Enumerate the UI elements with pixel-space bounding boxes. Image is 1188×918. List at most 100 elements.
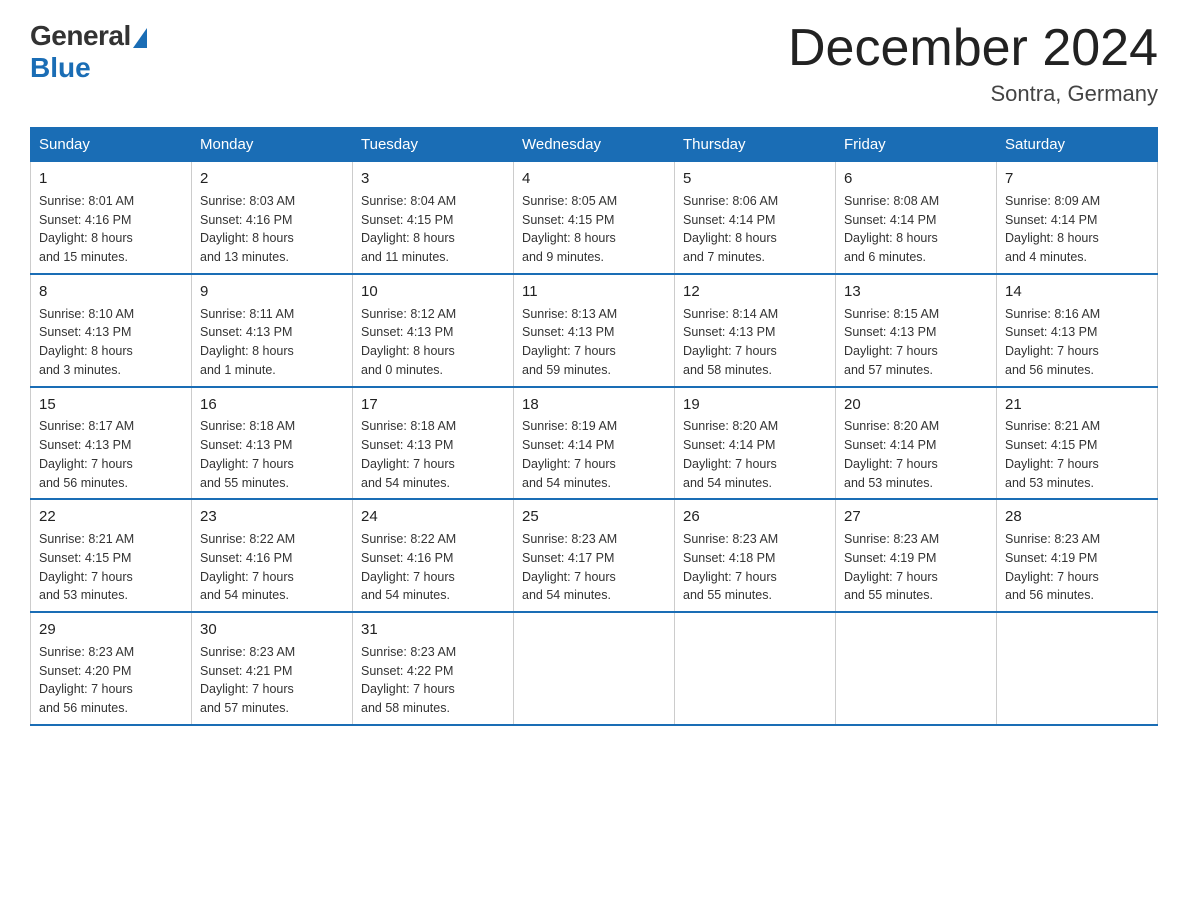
day-info: Sunrise: 8:23 AMSunset: 4:19 PMDaylight:… — [1005, 530, 1149, 605]
logo-text-blue: Blue — [30, 52, 91, 84]
day-info: Sunrise: 8:05 AMSunset: 4:15 PMDaylight:… — [522, 192, 666, 267]
day-info: Sunrise: 8:23 AMSunset: 4:22 PMDaylight:… — [361, 643, 505, 718]
day-number: 5 — [683, 168, 827, 190]
day-info: Sunrise: 8:22 AMSunset: 4:16 PMDaylight:… — [200, 530, 344, 605]
day-info: Sunrise: 8:10 AMSunset: 4:13 PMDaylight:… — [39, 305, 183, 380]
day-info: Sunrise: 8:17 AMSunset: 4:13 PMDaylight:… — [39, 417, 183, 492]
header-day-sunday: Sunday — [31, 128, 192, 162]
week-row-3: 15Sunrise: 8:17 AMSunset: 4:13 PMDayligh… — [31, 387, 1158, 500]
day-cell: 21Sunrise: 8:21 AMSunset: 4:15 PMDayligh… — [997, 387, 1158, 500]
day-number: 13 — [844, 281, 988, 303]
day-cell: 30Sunrise: 8:23 AMSunset: 4:21 PMDayligh… — [192, 612, 353, 725]
day-number: 15 — [39, 394, 183, 416]
day-cell: 8Sunrise: 8:10 AMSunset: 4:13 PMDaylight… — [31, 274, 192, 387]
day-info: Sunrise: 8:18 AMSunset: 4:13 PMDaylight:… — [200, 417, 344, 492]
day-info: Sunrise: 8:21 AMSunset: 4:15 PMDaylight:… — [39, 530, 183, 605]
day-cell: 28Sunrise: 8:23 AMSunset: 4:19 PMDayligh… — [997, 499, 1158, 612]
logo: General Blue — [30, 20, 147, 84]
header-day-saturday: Saturday — [997, 128, 1158, 162]
day-info: Sunrise: 8:23 AMSunset: 4:21 PMDaylight:… — [200, 643, 344, 718]
day-cell: 10Sunrise: 8:12 AMSunset: 4:13 PMDayligh… — [353, 274, 514, 387]
header-day-friday: Friday — [836, 128, 997, 162]
day-cell — [514, 612, 675, 725]
day-cell: 11Sunrise: 8:13 AMSunset: 4:13 PMDayligh… — [514, 274, 675, 387]
day-number: 29 — [39, 619, 183, 641]
day-number: 28 — [1005, 506, 1149, 528]
day-cell: 3Sunrise: 8:04 AMSunset: 4:15 PMDaylight… — [353, 162, 514, 274]
day-number: 25 — [522, 506, 666, 528]
day-cell: 27Sunrise: 8:23 AMSunset: 4:19 PMDayligh… — [836, 499, 997, 612]
week-row-4: 22Sunrise: 8:21 AMSunset: 4:15 PMDayligh… — [31, 499, 1158, 612]
day-cell — [836, 612, 997, 725]
day-number: 2 — [200, 168, 344, 190]
day-info: Sunrise: 8:23 AMSunset: 4:19 PMDaylight:… — [844, 530, 988, 605]
day-number: 30 — [200, 619, 344, 641]
header-day-monday: Monday — [192, 128, 353, 162]
day-number: 14 — [1005, 281, 1149, 303]
day-info: Sunrise: 8:23 AMSunset: 4:20 PMDaylight:… — [39, 643, 183, 718]
day-info: Sunrise: 8:11 AMSunset: 4:13 PMDaylight:… — [200, 305, 344, 380]
calendar-table: SundayMondayTuesdayWednesdayThursdayFrid… — [30, 127, 1158, 726]
day-cell: 1Sunrise: 8:01 AMSunset: 4:16 PMDaylight… — [31, 162, 192, 274]
day-number: 18 — [522, 394, 666, 416]
day-info: Sunrise: 8:23 AMSunset: 4:17 PMDaylight:… — [522, 530, 666, 605]
day-number: 23 — [200, 506, 344, 528]
header-day-thursday: Thursday — [675, 128, 836, 162]
month-title: December 2024 — [788, 20, 1158, 77]
day-info: Sunrise: 8:12 AMSunset: 4:13 PMDaylight:… — [361, 305, 505, 380]
day-number: 26 — [683, 506, 827, 528]
day-cell: 31Sunrise: 8:23 AMSunset: 4:22 PMDayligh… — [353, 612, 514, 725]
day-cell: 25Sunrise: 8:23 AMSunset: 4:17 PMDayligh… — [514, 499, 675, 612]
day-cell: 22Sunrise: 8:21 AMSunset: 4:15 PMDayligh… — [31, 499, 192, 612]
day-number: 24 — [361, 506, 505, 528]
day-number: 1 — [39, 168, 183, 190]
day-cell: 12Sunrise: 8:14 AMSunset: 4:13 PMDayligh… — [675, 274, 836, 387]
header-row: SundayMondayTuesdayWednesdayThursdayFrid… — [31, 128, 1158, 162]
day-cell: 20Sunrise: 8:20 AMSunset: 4:14 PMDayligh… — [836, 387, 997, 500]
day-info: Sunrise: 8:18 AMSunset: 4:13 PMDaylight:… — [361, 417, 505, 492]
day-cell: 17Sunrise: 8:18 AMSunset: 4:13 PMDayligh… — [353, 387, 514, 500]
day-number: 9 — [200, 281, 344, 303]
day-cell — [997, 612, 1158, 725]
title-area: December 2024 Sontra, Germany — [788, 20, 1158, 107]
day-info: Sunrise: 8:19 AMSunset: 4:14 PMDaylight:… — [522, 417, 666, 492]
day-cell: 24Sunrise: 8:22 AMSunset: 4:16 PMDayligh… — [353, 499, 514, 612]
day-info: Sunrise: 8:06 AMSunset: 4:14 PMDaylight:… — [683, 192, 827, 267]
day-cell: 6Sunrise: 8:08 AMSunset: 4:14 PMDaylight… — [836, 162, 997, 274]
day-number: 3 — [361, 168, 505, 190]
day-number: 6 — [844, 168, 988, 190]
day-cell — [675, 612, 836, 725]
day-cell: 15Sunrise: 8:17 AMSunset: 4:13 PMDayligh… — [31, 387, 192, 500]
day-number: 16 — [200, 394, 344, 416]
day-cell: 4Sunrise: 8:05 AMSunset: 4:15 PMDaylight… — [514, 162, 675, 274]
day-cell: 13Sunrise: 8:15 AMSunset: 4:13 PMDayligh… — [836, 274, 997, 387]
logo-triangle-icon — [133, 28, 147, 48]
day-info: Sunrise: 8:20 AMSunset: 4:14 PMDaylight:… — [844, 417, 988, 492]
day-number: 7 — [1005, 168, 1149, 190]
calendar-body: 1Sunrise: 8:01 AMSunset: 4:16 PMDaylight… — [31, 162, 1158, 725]
calendar-header: SundayMondayTuesdayWednesdayThursdayFrid… — [31, 128, 1158, 162]
day-info: Sunrise: 8:14 AMSunset: 4:13 PMDaylight:… — [683, 305, 827, 380]
header-day-wednesday: Wednesday — [514, 128, 675, 162]
day-cell: 14Sunrise: 8:16 AMSunset: 4:13 PMDayligh… — [997, 274, 1158, 387]
day-cell: 2Sunrise: 8:03 AMSunset: 4:16 PMDaylight… — [192, 162, 353, 274]
day-number: 4 — [522, 168, 666, 190]
day-cell: 26Sunrise: 8:23 AMSunset: 4:18 PMDayligh… — [675, 499, 836, 612]
day-info: Sunrise: 8:08 AMSunset: 4:14 PMDaylight:… — [844, 192, 988, 267]
day-info: Sunrise: 8:13 AMSunset: 4:13 PMDaylight:… — [522, 305, 666, 380]
day-cell: 16Sunrise: 8:18 AMSunset: 4:13 PMDayligh… — [192, 387, 353, 500]
day-info: Sunrise: 8:04 AMSunset: 4:15 PMDaylight:… — [361, 192, 505, 267]
header-day-tuesday: Tuesday — [353, 128, 514, 162]
day-cell: 18Sunrise: 8:19 AMSunset: 4:14 PMDayligh… — [514, 387, 675, 500]
day-info: Sunrise: 8:23 AMSunset: 4:18 PMDaylight:… — [683, 530, 827, 605]
day-cell: 9Sunrise: 8:11 AMSunset: 4:13 PMDaylight… — [192, 274, 353, 387]
day-number: 22 — [39, 506, 183, 528]
day-info: Sunrise: 8:01 AMSunset: 4:16 PMDaylight:… — [39, 192, 183, 267]
logo-text-general: General — [30, 20, 131, 52]
day-number: 10 — [361, 281, 505, 303]
week-row-1: 1Sunrise: 8:01 AMSunset: 4:16 PMDaylight… — [31, 162, 1158, 274]
day-info: Sunrise: 8:22 AMSunset: 4:16 PMDaylight:… — [361, 530, 505, 605]
day-number: 19 — [683, 394, 827, 416]
day-number: 31 — [361, 619, 505, 641]
day-cell: 5Sunrise: 8:06 AMSunset: 4:14 PMDaylight… — [675, 162, 836, 274]
